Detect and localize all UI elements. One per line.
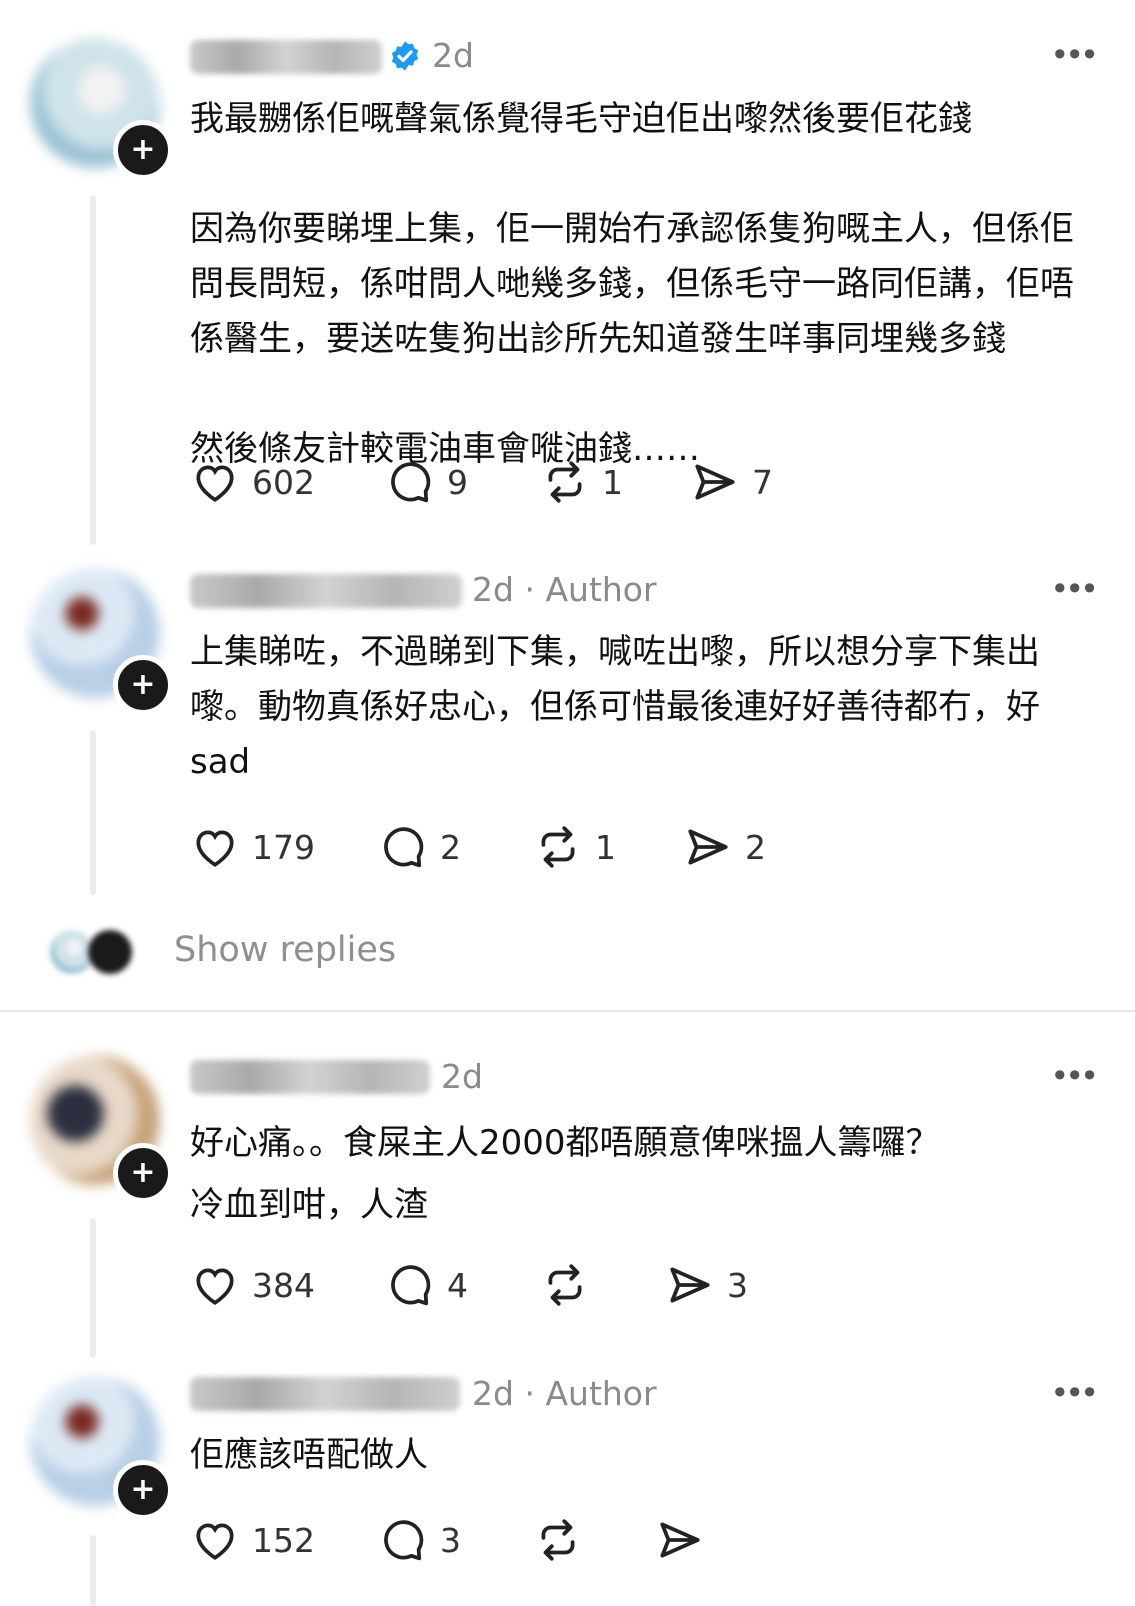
comment-icon bbox=[391, 462, 431, 503]
repost-count: 1 bbox=[602, 462, 623, 502]
share-icon bbox=[660, 1522, 700, 1558]
username-blurred[interactable] bbox=[190, 1377, 460, 1411]
repost-icon bbox=[541, 826, 575, 868]
repost-button[interactable]: 1 bbox=[533, 817, 616, 877]
show-replies-link[interactable]: Show replies bbox=[174, 930, 396, 970]
username-blurred[interactable] bbox=[190, 40, 382, 74]
follow-plus-icon[interactable]: + bbox=[113, 655, 173, 715]
timestamp-author: 2d · Author bbox=[472, 570, 657, 609]
username-blurred[interactable] bbox=[190, 574, 462, 608]
share-icon bbox=[670, 1267, 710, 1303]
share-button[interactable]: 3 bbox=[665, 1255, 748, 1315]
more-icon[interactable]: ••• bbox=[1050, 570, 1099, 608]
like-button[interactable]: 384 bbox=[190, 1255, 315, 1315]
heart-icon bbox=[196, 465, 234, 502]
verified-icon bbox=[391, 41, 419, 71]
share-count: 3 bbox=[727, 1265, 748, 1305]
reply-count: 4 bbox=[447, 1265, 468, 1305]
heart-icon bbox=[196, 1268, 234, 1305]
comment-4: + 2d · Author ••• 佢應該唔配做人 152 3 bbox=[0, 1370, 1135, 1606]
like-button[interactable]: 602 bbox=[190, 452, 315, 512]
repost-button[interactable]: 1 bbox=[540, 452, 623, 512]
author-tag: Author bbox=[545, 570, 657, 609]
share-icon bbox=[688, 829, 728, 865]
comment-icon bbox=[384, 827, 424, 868]
repost-button[interactable] bbox=[533, 1510, 583, 1570]
reply-count: 9 bbox=[447, 462, 468, 502]
reply-button[interactable]: 3 bbox=[378, 1510, 461, 1570]
action-bar: 152 3 bbox=[190, 1510, 890, 1570]
separator: · bbox=[524, 1374, 535, 1413]
thread-line bbox=[90, 195, 96, 545]
action-bar: 602 9 1 7 bbox=[190, 452, 890, 512]
reply-count: 2 bbox=[440, 827, 461, 867]
thread-line bbox=[90, 730, 96, 895]
separator: · bbox=[524, 570, 535, 609]
divider bbox=[0, 1010, 1135, 1012]
timestamp: 2d bbox=[432, 36, 474, 75]
share-count: 2 bbox=[745, 827, 766, 867]
comment-icon bbox=[391, 1265, 431, 1306]
follow-plus-icon[interactable]: + bbox=[113, 1460, 173, 1520]
like-button[interactable]: 152 bbox=[190, 1510, 315, 1570]
comment-body: 佢應該唔配做人 bbox=[190, 1435, 428, 1475]
comment-3: + 2d ••• 好心痛。。食屎主人2000都唔願意俾咪搵人籌囉？ 冷血到咁，人… bbox=[0, 1040, 1135, 1370]
reply-button[interactable]: 9 bbox=[385, 452, 468, 512]
more-icon[interactable]: ••• bbox=[1050, 1374, 1099, 1412]
comment-body: 上集睇咗，不過睇到下集，喊咗出嚟，所以想分享下集出嚟。動物真係好忠心，但係可惜最… bbox=[190, 632, 1051, 782]
like-count: 602 bbox=[252, 462, 315, 502]
comment-1: + 2d ••• 我最嬲係佢嘅聲氣係覺得毛守迫佢出嚟然後要佢花錢 因為你要睇埋上… bbox=[0, 0, 1135, 560]
thread-line bbox=[90, 1535, 96, 1606]
like-count: 152 bbox=[252, 1520, 315, 1560]
heart-icon bbox=[196, 1523, 234, 1560]
username-blurred[interactable] bbox=[190, 1060, 430, 1094]
like-count: 384 bbox=[252, 1265, 315, 1305]
reply-count: 3 bbox=[440, 1520, 461, 1560]
comment-icon bbox=[384, 1520, 424, 1561]
repost-count: 1 bbox=[595, 827, 616, 867]
follow-plus-icon[interactable]: + bbox=[113, 120, 173, 180]
like-button[interactable]: 179 bbox=[190, 817, 315, 877]
action-bar: 384 4 3 bbox=[190, 1255, 890, 1315]
share-button[interactable] bbox=[655, 1510, 705, 1570]
reply-button[interactable]: 4 bbox=[385, 1255, 468, 1315]
author-tag: Author bbox=[545, 1374, 657, 1413]
timestamp-author: 2d · Author bbox=[472, 1374, 657, 1413]
timestamp: 2d bbox=[472, 1374, 514, 1413]
repost-icon bbox=[548, 461, 582, 503]
more-icon[interactable]: ••• bbox=[1050, 36, 1099, 74]
heart-icon bbox=[196, 830, 234, 867]
repost-icon bbox=[548, 1264, 582, 1306]
more-icon[interactable]: ••• bbox=[1050, 1057, 1099, 1095]
comment-body: 好心痛。。食屎主人2000都唔願意俾咪搵人籌囉？ 冷血到咁，人渣 bbox=[190, 1123, 940, 1225]
share-icon bbox=[695, 464, 735, 500]
share-button[interactable]: 2 bbox=[683, 817, 766, 877]
thread-line bbox=[90, 1218, 96, 1358]
repost-icon bbox=[541, 1519, 575, 1561]
follow-plus-icon[interactable]: + bbox=[113, 1143, 173, 1203]
timestamp: 2d bbox=[472, 570, 514, 609]
action-bar: 179 2 1 2 bbox=[190, 817, 890, 877]
timestamp: 2d bbox=[441, 1057, 483, 1096]
reply-button[interactable]: 2 bbox=[378, 817, 461, 877]
share-button[interactable]: 7 bbox=[690, 452, 773, 512]
like-count: 179 bbox=[252, 827, 315, 867]
comment-2: + 2d · Author ••• 上集睇咗，不過睇到下集，喊咗出嚟，所以想分享… bbox=[0, 560, 1135, 1000]
share-count: 7 bbox=[752, 462, 773, 502]
reply-avatar bbox=[88, 930, 132, 974]
repost-button[interactable] bbox=[540, 1255, 590, 1315]
comment-body: 我最嬲係佢嘅聲氣係覺得毛守迫佢出嚟然後要佢花錢 因為你要睇埋上集，佢一開始冇承認… bbox=[190, 99, 1074, 469]
